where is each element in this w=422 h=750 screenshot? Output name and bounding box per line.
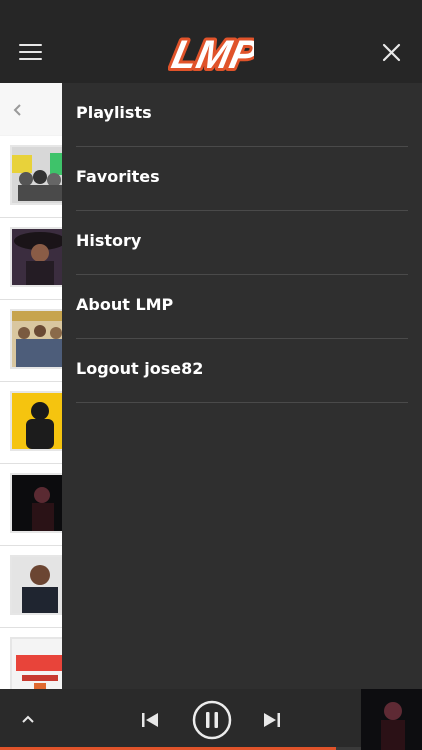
album-thumbnail [10,555,62,615]
player-bar [0,689,422,750]
menu-item-logout[interactable]: Logout jose82 [76,339,408,403]
svg-text:LMP: LMP [168,31,254,76]
menu-item-label: About LMP [76,295,174,314]
lmp-logo: LMP LMP [168,30,254,76]
list-item[interactable] [0,218,62,300]
album-thumbnail [10,637,62,689]
album-thumbnail [10,145,62,205]
navigation-drawer: Playlists Favorites History About LMP Lo… [62,83,422,689]
back-row[interactable] [0,83,62,135]
menu-item-playlists[interactable]: Playlists [76,83,408,147]
list-item[interactable] [0,464,62,546]
menu-item-favorites[interactable]: Favorites [76,147,408,211]
app-header: LMP LMP [0,0,422,83]
menu-item-label: History [76,231,142,250]
album-thumbnail [10,227,62,287]
album-thumbnail [10,473,62,533]
menu-item-label: Favorites [76,167,160,186]
menu-item-label: Logout jose82 [76,359,204,378]
album-thumbnail [10,309,62,369]
chevron-left-icon[interactable] [13,103,23,117]
menu-item-history[interactable]: History [76,211,408,275]
list-item[interactable] [0,546,62,628]
hamburger-menu-icon[interactable] [19,44,42,60]
list-item[interactable] [0,300,62,382]
chevron-up-icon[interactable] [20,713,36,725]
menu-item-label: Playlists [76,103,152,122]
album-thumbnail [10,391,62,451]
skip-previous-icon[interactable] [140,711,160,729]
list-item[interactable] [0,628,62,689]
list-item[interactable] [0,382,62,464]
now-playing-artwork[interactable] [361,689,422,750]
close-icon[interactable] [382,43,401,62]
list-item[interactable] [0,136,62,218]
menu-item-about[interactable]: About LMP [76,275,408,339]
background-track-list [0,83,62,689]
pause-icon[interactable] [192,700,232,740]
skip-next-icon[interactable] [262,711,282,729]
